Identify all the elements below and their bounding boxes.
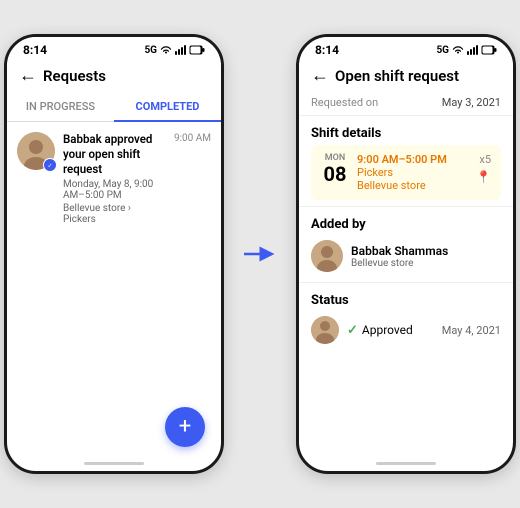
shift-day-num: 08 <box>324 163 347 185</box>
detail-content: Requested on May 3, 2021 Shift details M… <box>299 92 513 471</box>
right-battery-icon <box>481 45 497 55</box>
left-status-icons: 5G <box>144 45 205 56</box>
added-by-face <box>311 240 343 272</box>
added-by-heading: Added by <box>299 211 513 236</box>
shift-details-heading: Shift details <box>299 120 513 145</box>
wifi-icon <box>160 45 172 55</box>
right-status-icons: 5G <box>436 45 497 56</box>
left-status-bar: 8:14 5G <box>7 37 221 59</box>
tab-completed[interactable]: COMPLETED <box>114 92 221 121</box>
left-header-title: Requests <box>43 67 106 85</box>
right-home-bar <box>376 462 436 465</box>
right-phone: 8:14 5G ← Open shift request <box>296 34 516 474</box>
avatar-wrap: ✓ <box>17 132 55 170</box>
right-status-bar: 8:14 5G <box>299 37 513 59</box>
divider-3 <box>299 282 513 283</box>
status-face <box>311 316 339 344</box>
notification-item[interactable]: ✓ Babbak approved your open shift reques… <box>7 122 221 235</box>
shift-card: MON 08 9:00 AM–5:00 PM Pickers Bellevue … <box>311 145 501 200</box>
status-row: ✓ Approved May 4, 2021 <box>299 312 513 348</box>
left-time: 8:14 <box>23 43 47 57</box>
shift-count: x5 <box>479 153 491 166</box>
shift-time: 9:00 AM–5:00 PM <box>357 153 468 166</box>
tab-in-progress[interactable]: IN PROGRESS <box>7 92 114 121</box>
signal-icon <box>175 45 186 55</box>
added-by-avatar <box>311 240 343 272</box>
notification-time: 9:00 AM <box>174 133 211 144</box>
left-back-button[interactable]: ← <box>19 65 37 86</box>
location-pin-icon: 📍 <box>476 170 491 184</box>
added-by-name: Babbak Shammas <box>351 244 448 258</box>
left-phone: 8:14 5G ← Req <box>4 34 224 474</box>
left-header: ← Requests <box>7 59 221 92</box>
shift-date: MON 08 <box>321 153 349 185</box>
transition-arrow <box>242 244 278 264</box>
divider-1 <box>299 115 513 116</box>
notification-store: Bellevue store › Pickers <box>63 203 166 225</box>
notification-title: Babbak approved your open shift request <box>63 132 166 177</box>
notification-sub: Monday, May 8, 9:00 AM–5:00 PM <box>63 179 166 201</box>
network-label: 5G <box>144 45 157 56</box>
added-by-row: Babbak Shammas Bellevue store <box>299 236 513 278</box>
right-signal-icon <box>467 45 478 55</box>
shift-location: Bellevue store <box>357 179 468 192</box>
left-tabs: IN PROGRESS COMPLETED <box>7 92 221 122</box>
status-date: May 4, 2021 <box>442 324 501 337</box>
status-approved: ✓ Approved <box>347 323 434 338</box>
svg-text:✓: ✓ <box>47 163 52 170</box>
divider-2 <box>299 206 513 207</box>
added-by-store: Bellevue store <box>351 258 448 269</box>
right-header-title: Open shift request <box>335 67 459 85</box>
check-icon: ✓ <box>347 323 358 338</box>
requested-on-value: May 3, 2021 <box>442 96 501 109</box>
person-badge: ✓ <box>46 161 54 169</box>
home-bar <box>84 462 144 465</box>
right-time: 8:14 <box>315 43 339 57</box>
added-by-info: Babbak Shammas Bellevue store <box>351 244 448 269</box>
badge-icon: ✓ <box>43 158 57 172</box>
right-network-label: 5G <box>436 45 449 56</box>
fab-plus-icon: + <box>179 416 191 438</box>
right-header: ← Open shift request <box>299 59 513 92</box>
battery-icon <box>189 45 205 55</box>
requested-on-row: Requested on May 3, 2021 <box>299 92 513 111</box>
status-heading: Status <box>299 287 513 312</box>
right-back-button[interactable]: ← <box>311 65 329 86</box>
shift-info: 9:00 AM–5:00 PM Pickers Bellevue store <box>357 153 468 192</box>
notification-content: Babbak approved your open shift request … <box>63 132 166 225</box>
fab-button[interactable]: + <box>165 407 205 447</box>
status-avatar <box>311 316 339 344</box>
shift-meta: x5 📍 <box>476 153 491 184</box>
shift-role: Pickers <box>357 166 468 179</box>
requested-on-label: Requested on <box>311 96 378 109</box>
right-wifi-icon <box>452 45 464 55</box>
status-label: Approved <box>362 323 413 337</box>
arrow-container <box>240 244 280 264</box>
